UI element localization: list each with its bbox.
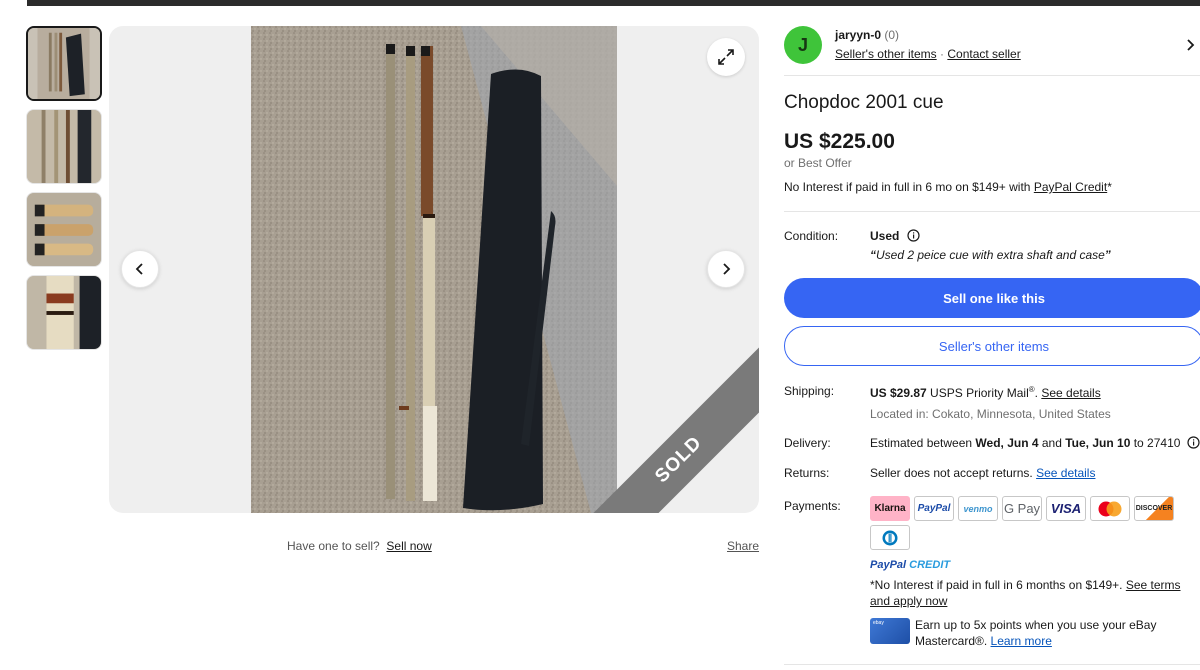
item-details-panel: J jaryyn-0 (0) Seller's other items · Co…: [784, 26, 1200, 665]
sell-now-link[interactable]: Sell now: [386, 539, 431, 553]
condition-value-row: Used: [870, 229, 920, 243]
paypal-credit-logo-a: PayPal: [870, 559, 907, 571]
delivery-prefix: Estimated between: [870, 436, 976, 450]
avatar: J: [784, 26, 822, 64]
top-bar: [27, 0, 1200, 6]
item-location: Located in: Cokato, Minnesota, United St…: [870, 407, 1111, 421]
payments-label: Payments:: [784, 499, 841, 513]
item-photo: [251, 26, 617, 513]
thumbnail-image: [27, 276, 101, 349]
contact-seller-link[interactable]: Contact seller: [947, 47, 1020, 61]
delivery-end: Tue, Jun 10: [1065, 436, 1131, 450]
delivery-zip: to 27410: [1130, 436, 1181, 450]
delivery-start: Wed, Jun 4: [975, 436, 1039, 450]
returns-value: Seller does not accept returns. See deta…: [870, 466, 1095, 480]
seller-links: Seller's other items · Contact seller: [835, 47, 1021, 61]
seller-feedback-count: (0): [884, 28, 900, 42]
thumbnail-4[interactable]: [26, 275, 102, 350]
financing-text: No Interest if paid in full in 6 mo on $…: [784, 180, 1034, 194]
delivery-label: Delivery:: [784, 436, 831, 450]
visa-icon: VISA: [1046, 496, 1086, 521]
shipping-value: US $29.87 USPS Priority Mail®. See detai…: [870, 385, 1101, 400]
share-wrap: Share: [727, 539, 759, 553]
thumbnail-image: [27, 110, 101, 183]
shipping-label: Shipping:: [784, 384, 835, 398]
item-price: US $225.00: [784, 130, 895, 153]
ebay-mastercard-icon: ebay: [870, 618, 910, 644]
main-image-viewer[interactable]: SOLD: [109, 26, 759, 513]
seller-card[interactable]: J jaryyn-0 (0) Seller's other items · Co…: [784, 26, 1200, 76]
divider: [784, 211, 1200, 212]
next-image-button[interactable]: [707, 250, 745, 288]
financing-asterisk: *: [1107, 180, 1112, 194]
financing-note: No Interest if paid in full in 6 mo on $…: [784, 180, 1112, 194]
thumbnail-1[interactable]: [26, 26, 102, 101]
info-icon[interactable]: [1187, 436, 1200, 449]
paypal-credit-logo-b: CREDIT: [909, 559, 951, 571]
shipping-service: USPS Priority Mail: [926, 386, 1029, 400]
sellers-other-items-button[interactable]: Seller's other items: [784, 326, 1200, 366]
klarna-icon: Klarna: [870, 496, 910, 521]
mastercard-card-label: ebay: [873, 620, 884, 626]
learn-more-link[interactable]: Learn more: [991, 634, 1052, 648]
best-offer-label: or Best Offer: [784, 156, 852, 170]
returns-details-link[interactable]: See details: [1036, 466, 1095, 480]
discover-icon: DISCOVER: [1134, 496, 1174, 521]
seller-name: jaryyn-0 (0): [835, 28, 899, 42]
condition-description: “Used 2 peice cue with extra shaft and c…: [870, 248, 1111, 262]
diners-club-icon: [870, 525, 910, 550]
thumbnail-2[interactable]: [26, 109, 102, 184]
terms-text: *No Interest if paid in full in 6 months…: [870, 578, 1126, 592]
paypal-credit-logo: PayPal CREDIT: [870, 559, 950, 571]
sell-one-like-this-button[interactable]: Sell one like this: [784, 278, 1200, 318]
delivery-and: and: [1038, 436, 1066, 450]
venmo-icon: venmo: [958, 496, 998, 521]
payment-methods-row-2: [870, 525, 910, 550]
condition-label: Condition:: [784, 229, 839, 243]
paypal-icon: PayPal: [914, 496, 954, 521]
shipping-details-link[interactable]: See details: [1041, 386, 1100, 400]
thumbnail-image: [27, 193, 101, 266]
info-icon[interactable]: [907, 229, 920, 242]
chevron-right-icon: [723, 263, 731, 275]
have-one-text: Have one to sell?: [287, 539, 380, 553]
chevron-left-icon: [135, 263, 143, 275]
separator: ·: [940, 47, 945, 61]
delivery-value: Estimated between Wed, Jun 4 and Tue, Ju…: [870, 436, 1200, 450]
expand-icon[interactable]: [707, 38, 745, 76]
divider: [784, 664, 1200, 665]
thumbnail-3[interactable]: [26, 192, 102, 267]
seller-username: jaryyn-0: [835, 28, 882, 42]
condition-value: Used: [870, 229, 900, 243]
quote-close: ”: [1104, 248, 1111, 262]
share-link[interactable]: Share: [727, 539, 759, 553]
paypal-credit-terms: *No Interest if paid in full in 6 months…: [870, 577, 1200, 609]
item-title: Chopdoc 2001 cue: [784, 92, 944, 113]
thumbnail-strip: [26, 26, 104, 358]
seller-other-items-link[interactable]: Seller's other items: [835, 47, 937, 61]
google-pay-icon: G Pay: [1002, 496, 1042, 521]
paypal-credit-link[interactable]: PayPal Credit: [1034, 180, 1107, 194]
condition-description-text: Used 2 peice cue with extra shaft and ca…: [876, 248, 1105, 262]
have-one-to-sell: Have one to sell? Sell now: [287, 539, 432, 553]
thumbnail-image: [28, 28, 100, 99]
mastercard-icon: [1090, 496, 1130, 521]
payment-methods: Klarna PayPal venmo G Pay VISA DISCOVER: [870, 496, 1174, 521]
returns-label: Returns:: [784, 466, 830, 480]
returns-text: Seller does not accept returns.: [870, 466, 1037, 480]
mastercard-promo: Earn up to 5x points when you use your e…: [915, 617, 1195, 649]
shipping-cost: US $29.87: [870, 386, 927, 400]
chevron-right-icon[interactable]: [1186, 38, 1196, 52]
previous-image-button[interactable]: [121, 250, 159, 288]
